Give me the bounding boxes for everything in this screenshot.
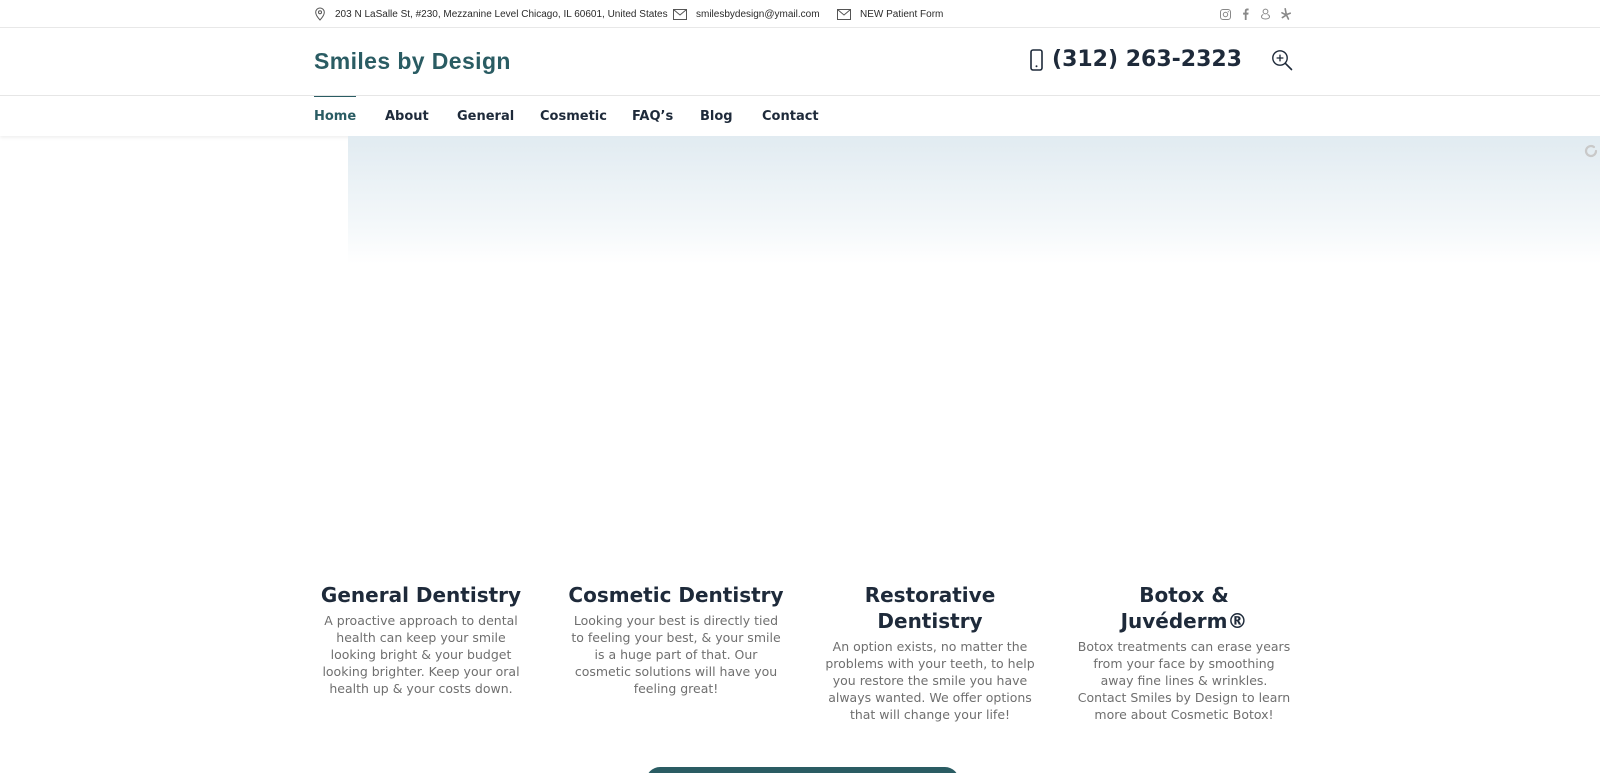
email-link[interactable]: smilesbydesign@ymail.com bbox=[673, 7, 820, 21]
new-patient-form-text: NEW Patient Form bbox=[860, 8, 944, 20]
service-description: A proactive approach to dental health ca… bbox=[322, 613, 520, 696]
yelp-icon[interactable] bbox=[1280, 7, 1291, 21]
new-patient-form-link[interactable]: NEW Patient Form bbox=[837, 7, 943, 21]
nav-item-blog[interactable]: Blog bbox=[700, 96, 733, 136]
service-description: Looking your best is directly tied to fe… bbox=[571, 613, 781, 696]
envelope-icon bbox=[673, 8, 687, 20]
service-general: General Dentistry A proactive approach t… bbox=[313, 582, 529, 697]
nav-item-general[interactable]: General bbox=[457, 96, 514, 136]
nav-item-faqs[interactable]: FAQ’s bbox=[632, 96, 673, 136]
site-logo[interactable]: Smiles by Design bbox=[314, 48, 511, 75]
search-zoom-button[interactable] bbox=[1271, 49, 1293, 76]
service-description: Botox treatments can erase years from yo… bbox=[1077, 639, 1291, 722]
nav-item-cosmetic[interactable]: Cosmetic bbox=[540, 96, 607, 136]
location-pin-icon bbox=[315, 7, 325, 21]
cta-button[interactable] bbox=[646, 767, 959, 773]
service-title[interactable]: Botox & Juvéderm® bbox=[1076, 582, 1292, 634]
service-botox: Botox & Juvéderm® Botox treatments can e… bbox=[1076, 582, 1292, 723]
zoom-in-icon bbox=[1272, 50, 1293, 71]
nav-item-home[interactable]: Home bbox=[314, 96, 357, 136]
hero-slider bbox=[348, 136, 1600, 264]
loading-spinner-icon bbox=[1584, 144, 1598, 163]
nav-item-contact[interactable]: Contact bbox=[762, 96, 819, 136]
site-header: Smiles by Design (312) 263-2323 bbox=[0, 28, 1600, 96]
address-text: 203 N LaSalle St, #230, Mezzanine Level … bbox=[335, 8, 668, 20]
facebook-icon[interactable] bbox=[1240, 7, 1251, 21]
address-link[interactable]: 203 N LaSalle St, #230, Mezzanine Level … bbox=[314, 7, 668, 21]
mobile-phone-icon bbox=[1030, 48, 1043, 71]
instagram-icon[interactable] bbox=[1220, 7, 1231, 21]
email-text: smilesbydesign@ymail.com bbox=[696, 8, 820, 20]
nav-item-about[interactable]: About bbox=[385, 96, 429, 136]
service-title[interactable]: Cosmetic Dentistry bbox=[568, 582, 784, 608]
service-restorative: Restorative Dentistry An option exists, … bbox=[822, 582, 1038, 723]
social-links bbox=[1220, 7, 1291, 21]
phone-number: (312) 263-2323 bbox=[1052, 47, 1242, 72]
top-bar: 203 N LaSalle St, #230, Mezzanine Level … bbox=[0, 0, 1600, 28]
main-nav: Home About General Cosmetic FAQ’s Blog C… bbox=[0, 96, 1600, 136]
service-description: An option exists, no matter the problems… bbox=[825, 639, 1035, 722]
service-title[interactable]: General Dentistry bbox=[313, 582, 529, 608]
phone-link[interactable]: (312) 263-2323 bbox=[1030, 47, 1242, 72]
service-cosmetic: Cosmetic Dentistry Looking your best is … bbox=[568, 582, 784, 697]
envelope-icon bbox=[837, 8, 851, 20]
service-title[interactable]: Restorative Dentistry bbox=[822, 582, 1038, 634]
google-plus-icon[interactable] bbox=[1260, 7, 1271, 21]
